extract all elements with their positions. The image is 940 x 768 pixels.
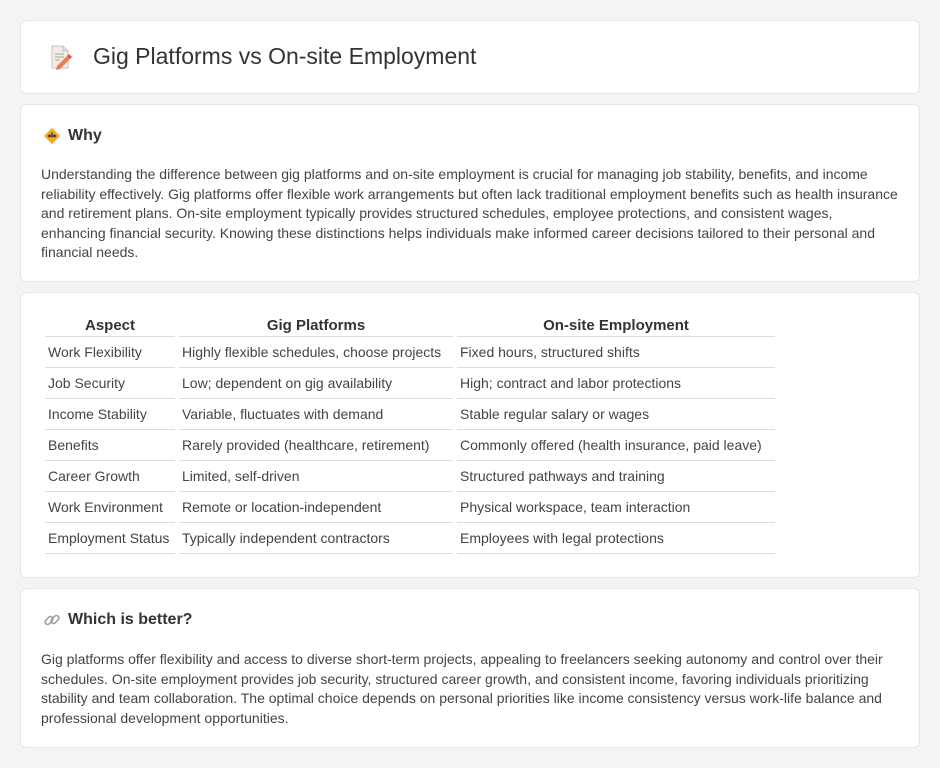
aspect-cell: Income Stability — [45, 399, 175, 430]
table-row: Income Stability Variable, fluctuates wi… — [45, 399, 775, 430]
onsite-cell: Structured pathways and training — [457, 461, 775, 492]
onsite-cell: Employees with legal protections — [457, 523, 775, 554]
gig-cell: Highly flexible schedules, choose projec… — [179, 337, 453, 368]
better-text: Gig platforms offer flexibility and acce… — [41, 651, 883, 726]
aspect-cell: Career Growth — [45, 461, 175, 492]
document-pencil-icon — [51, 45, 72, 70]
column-header-onsite: On-site Employment — [457, 315, 775, 337]
aspect-cell: Benefits — [45, 430, 175, 461]
onsite-cell: Fixed hours, structured shifts — [457, 337, 775, 368]
table-row: Benefits Rarely provided (healthcare, re… — [45, 430, 775, 461]
gig-cell: Rarely provided (healthcare, retirement) — [179, 430, 453, 461]
aspect-cell: Job Security — [45, 368, 175, 399]
better-title: Which is better? — [68, 611, 193, 628]
aspect-cell: Work Environment — [45, 492, 175, 523]
onsite-cell: Physical workspace, team interaction — [457, 492, 775, 523]
gig-cell: Remote or location-independent — [179, 492, 453, 523]
better-heading: Which is better? — [43, 611, 192, 629]
link-icon — [44, 614, 60, 626]
onsite-cell: High; contract and labor protections — [457, 368, 775, 399]
onsite-cell: Stable regular salary or wages — [457, 399, 775, 430]
header-card: Gig Platforms vs On-site Employment — [20, 20, 920, 94]
table-row: Employment Status Typically independent … — [45, 523, 775, 554]
comparison-table-card: Aspect Gig Platforms On-site Employment … — [20, 292, 920, 578]
warning-diamond-icon — [44, 128, 60, 144]
gig-cell: Typically independent contractors — [179, 523, 453, 554]
table-header-row: Aspect Gig Platforms On-site Employment — [45, 315, 775, 337]
table-row: Job Security Low; dependent on gig avail… — [45, 368, 775, 399]
comparison-table: Aspect Gig Platforms On-site Employment … — [41, 315, 779, 554]
aspect-cell: Work Flexibility — [45, 337, 175, 368]
why-section: Why Understanding the difference between… — [20, 104, 920, 282]
table-row: Work Environment Remote or location-inde… — [45, 492, 775, 523]
gig-cell: Limited, self-driven — [179, 461, 453, 492]
onsite-cell: Commonly offered (health insurance, paid… — [457, 430, 775, 461]
which-is-better-section: Which is better? Gig platforms offer fle… — [20, 588, 920, 748]
page-title: Gig Platforms vs On-site Employment — [93, 43, 477, 69]
gig-cell: Variable, fluctuates with demand — [179, 399, 453, 430]
table-row: Career Growth Limited, self-driven Struc… — [45, 461, 775, 492]
column-header-gig: Gig Platforms — [179, 315, 453, 337]
why-title: Why — [68, 127, 102, 144]
gig-cell: Low; dependent on gig availability — [179, 368, 453, 399]
why-heading: Why — [43, 127, 102, 145]
column-header-aspect: Aspect — [45, 315, 175, 337]
title-row: Gig Platforms vs On-site Employment — [47, 43, 476, 70]
why-text: Understanding the difference between gig… — [41, 166, 898, 260]
table-row: Work Flexibility Highly flexible schedul… — [45, 337, 775, 368]
aspect-cell: Employment Status — [45, 523, 175, 554]
